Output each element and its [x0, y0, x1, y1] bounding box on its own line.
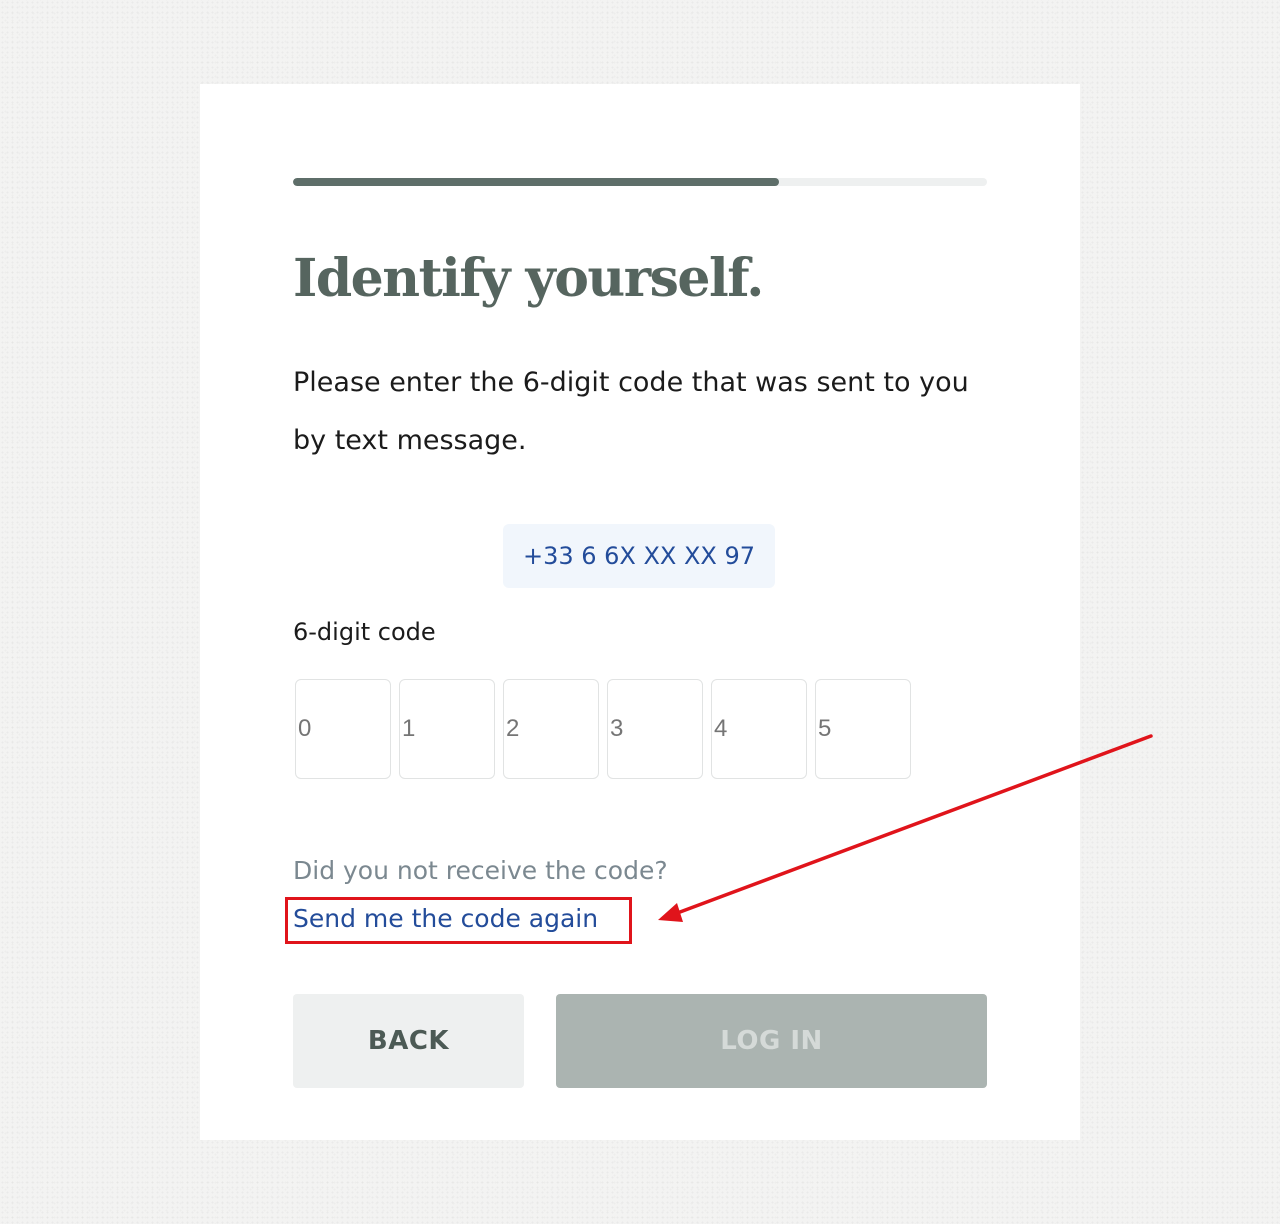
page-title: Identify yourself.: [293, 248, 764, 309]
code-digit-input-1[interactable]: [295, 679, 391, 779]
code-digit-input-6[interactable]: [815, 679, 911, 779]
progress-bar-fill: [293, 178, 779, 186]
code-digit-input-5[interactable]: [711, 679, 807, 779]
code-digit-input-3[interactable]: [503, 679, 599, 779]
code-digit-input-2[interactable]: [399, 679, 495, 779]
progress-bar: [293, 178, 987, 186]
login-card: Identify yourself. Please enter the 6-di…: [200, 84, 1080, 1140]
code-digit-input-4[interactable]: [607, 679, 703, 779]
code-input-group: [295, 679, 911, 779]
phone-number-chip: +33 6 6X XX XX 97: [503, 524, 775, 588]
login-button[interactable]: LOG IN: [556, 994, 987, 1088]
resend-code-link[interactable]: Send me the code again: [293, 904, 598, 933]
back-button[interactable]: BACK: [293, 994, 524, 1088]
code-field-label: 6-digit code: [293, 618, 436, 646]
code-not-received-text: Did you not receive the code?: [293, 856, 668, 885]
instructions-text: Please enter the 6-digit code that was s…: [293, 367, 969, 456]
